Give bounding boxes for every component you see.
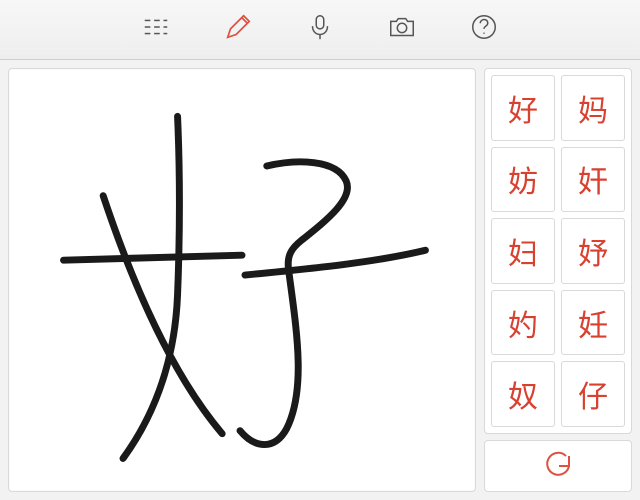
keyboard-icon [141,12,171,47]
handwritten-strokes [9,69,475,491]
undo-button[interactable] [484,440,632,492]
candidate-5[interactable]: 妤 [561,218,625,284]
candidates-grid: 好 妈 妨 奸 妇 妤 妁 妊 奴 仔 [484,68,632,434]
candidate-6[interactable]: 妁 [491,290,555,356]
candidate-8[interactable]: 奴 [491,361,555,427]
help-icon [469,12,499,47]
candidate-7[interactable]: 妊 [561,290,625,356]
pencil-icon [223,12,253,47]
candidate-1[interactable]: 妈 [561,75,625,141]
voice-button[interactable] [300,10,340,50]
microphone-icon [305,12,335,47]
help-button[interactable] [464,10,504,50]
candidate-3[interactable]: 奸 [561,147,625,213]
handwriting-canvas[interactable] [8,68,476,492]
candidate-9[interactable]: 仔 [561,361,625,427]
candidates-panel: 好 妈 妨 奸 妇 妤 妁 妊 奴 仔 [484,68,632,492]
camera-button[interactable] [382,10,422,50]
main-area: 好 妈 妨 奸 妇 妤 妁 妊 奴 仔 [0,60,640,500]
candidate-0[interactable]: 好 [491,75,555,141]
input-mode-toolbar [0,0,640,60]
camera-icon [387,12,417,47]
candidate-4[interactable]: 妇 [491,218,555,284]
handwriting-button[interactable] [218,10,258,50]
undo-icon [542,448,574,485]
candidate-2[interactable]: 妨 [491,147,555,213]
keyboard-button[interactable] [136,10,176,50]
